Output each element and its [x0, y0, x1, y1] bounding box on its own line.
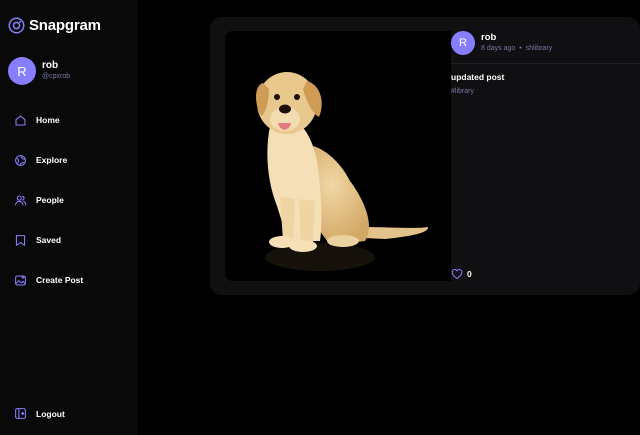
brand-logo[interactable]: Snapgram [8, 17, 101, 34]
saved-icon [15, 234, 26, 246]
people-icon [15, 195, 27, 205]
post-author[interactable]: rob [481, 32, 552, 44]
sidebar-item-explore[interactable]: Explore [14, 152, 83, 168]
sidebar-nav: Home Explore People Saved Create Post [14, 112, 83, 312]
snapgram-logo-icon [8, 17, 25, 34]
avatar[interactable]: R [451, 31, 475, 55]
avatar: R [8, 57, 36, 85]
post-header: R rob 8 days ago • shlibrary [451, 31, 552, 55]
likes-count: 0 [467, 269, 472, 279]
create-post-icon [15, 275, 26, 285]
sidebar-item-create-post[interactable]: Create Post [14, 272, 83, 288]
logout-button[interactable]: Logout [14, 407, 65, 420]
sidebar-item-people[interactable]: People [14, 192, 83, 208]
post-caption: updated post [451, 72, 505, 82]
sidebar-item-label: Saved [36, 235, 62, 245]
post-meta-line: 8 days ago • shlibrary [481, 44, 552, 54]
profile-name: rob [42, 60, 59, 71]
profile-link[interactable]: R rob @cpxrob [8, 57, 70, 85]
dog-photo [256, 72, 429, 271]
sidebar-item-saved[interactable]: Saved [14, 232, 83, 248]
explore-icon [15, 154, 26, 166]
post-location: shlibrary [525, 45, 553, 52]
sidebar-item-label: Create Post [36, 275, 84, 285]
sidebar-item-label: People [36, 195, 64, 205]
post-tag[interactable]: #library [451, 88, 474, 95]
sidebar: Snapgram R rob @cpxrob Home Explore Peop… [0, 0, 138, 435]
meta-separator: • [519, 45, 522, 52]
home-icon [15, 115, 26, 125]
logout-icon [15, 408, 26, 419]
sidebar-item-home[interactable]: Home [14, 112, 83, 128]
profile-handle: @cpxrob [42, 73, 71, 80]
sidebar-item-label: Home [36, 115, 60, 125]
logout-label: Logout [36, 408, 65, 419]
post-time: 8 days ago [481, 45, 516, 52]
divider [451, 63, 640, 64]
brand-name: Snapgram [29, 17, 101, 34]
post-image[interactable] [225, 31, 451, 281]
heart-icon [451, 268, 463, 280]
like-button[interactable]: 0 [451, 268, 472, 280]
sidebar-item-label: Explore [36, 155, 68, 165]
